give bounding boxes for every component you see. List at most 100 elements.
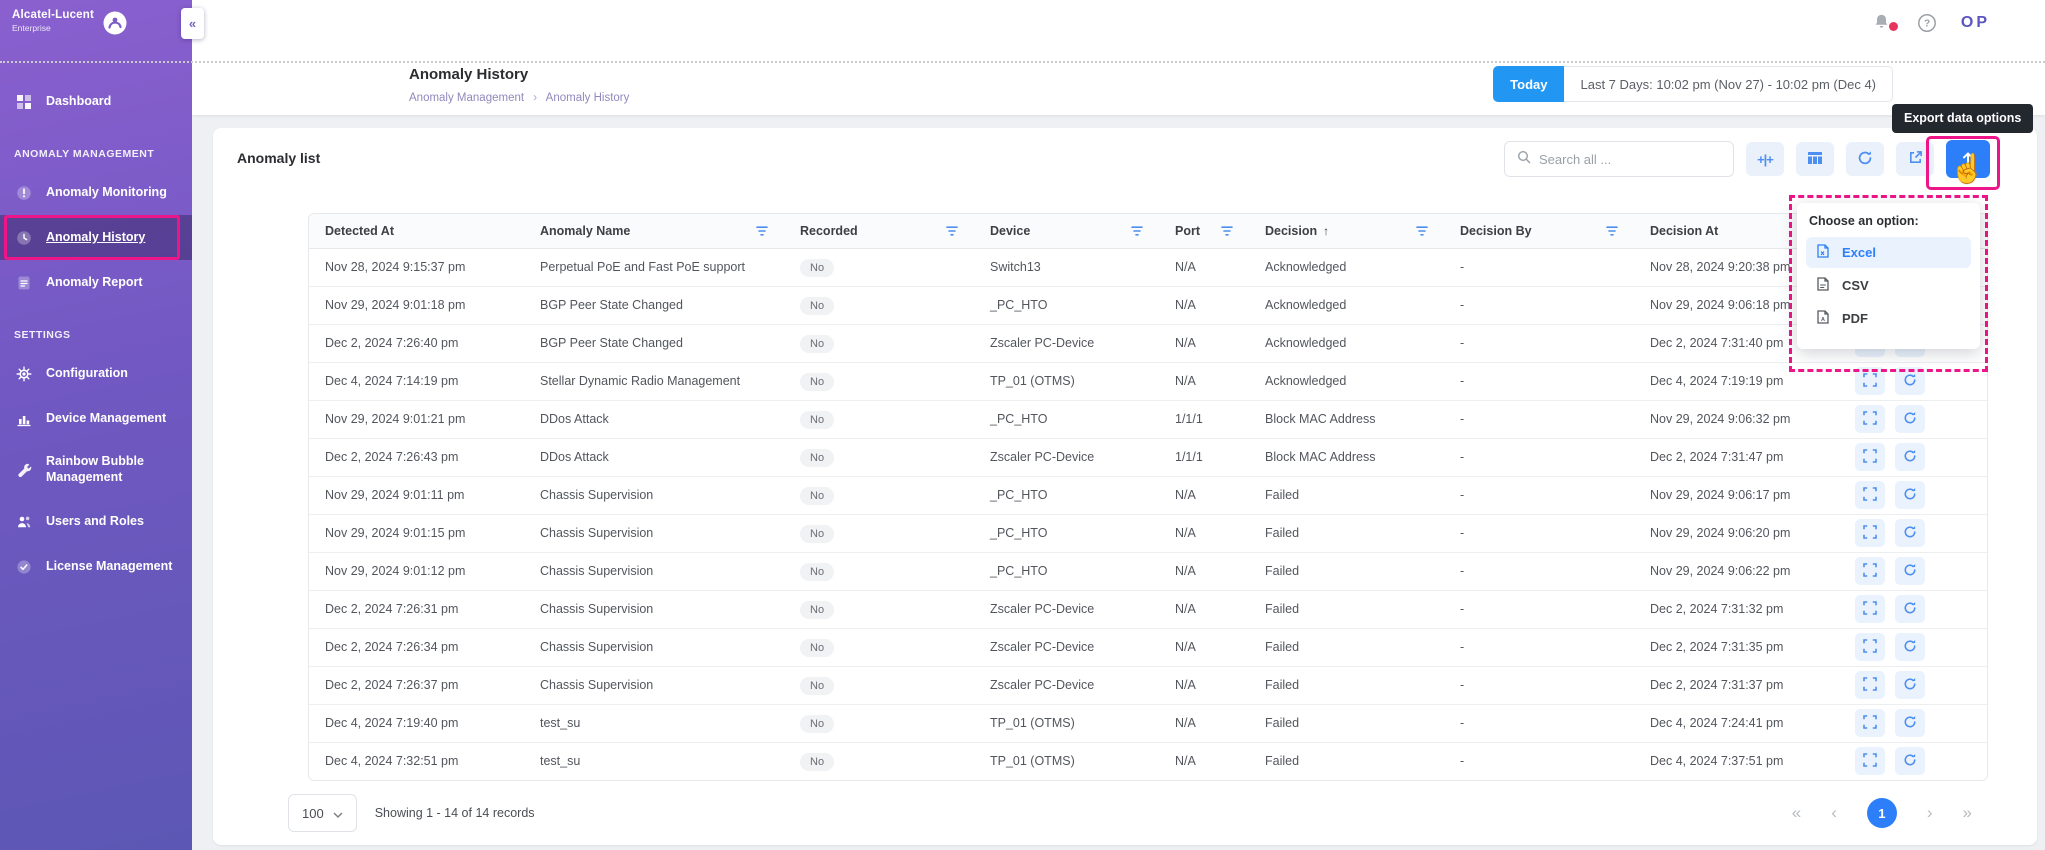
sidebar-item-anomaly-report[interactable]: Anomaly Report xyxy=(0,260,192,305)
sidebar-item-anomaly-history[interactable]: Anomaly History xyxy=(0,215,192,260)
retry-row-button[interactable] xyxy=(1895,367,1925,395)
export-option-pdf[interactable]: A PDF xyxy=(1806,303,1971,334)
fit-columns-button[interactable]: +|+ xyxy=(1746,142,1784,176)
breadcrumb-parent[interactable]: Anomaly Management xyxy=(409,92,524,104)
table-row[interactable]: Nov 29, 2024 9:01:18 pm BGP Peer State C… xyxy=(309,286,1987,325)
refresh-button[interactable] xyxy=(1846,142,1884,176)
cell-anomaly-name: DDos Attack xyxy=(524,438,784,477)
retry-row-button[interactable] xyxy=(1895,595,1925,623)
search-input[interactable] xyxy=(1539,151,1721,167)
cell-decision: Block MAC Address xyxy=(1249,400,1444,439)
retry-row-button[interactable] xyxy=(1895,671,1925,699)
export-option-csv[interactable]: CSV xyxy=(1806,270,1971,301)
sidebar-item-dashboard[interactable]: Dashboard xyxy=(0,79,192,124)
refresh-icon xyxy=(1903,601,1917,618)
first-page-button[interactable]: « xyxy=(1792,803,1801,823)
table-row[interactable]: Dec 2, 2024 7:26:34 pm Chassis Supervisi… xyxy=(309,628,1987,667)
retry-row-button[interactable] xyxy=(1895,481,1925,509)
sidebar-item-anomaly-monitoring[interactable]: Anomaly Monitoring xyxy=(0,170,192,215)
column-header-detected-at[interactable]: Detected At xyxy=(309,214,524,249)
table-row[interactable]: Dec 4, 2024 7:14:19 pm Stellar Dynamic R… xyxy=(309,362,1987,401)
last-page-button[interactable]: » xyxy=(1963,803,1972,823)
notifications-button[interactable] xyxy=(1873,13,1898,33)
cell-device: Zscaler PC-Device xyxy=(974,628,1159,667)
sidebar-item-configuration[interactable]: Configuration xyxy=(0,351,192,396)
previous-page-button[interactable]: ‹ xyxy=(1831,803,1837,823)
cell-device: TP_01 (OTMS) xyxy=(990,754,1075,769)
cell-port: N/A xyxy=(1159,476,1249,515)
retry-row-button[interactable] xyxy=(1895,633,1925,661)
export-option-excel[interactable]: Excel xyxy=(1806,237,1971,268)
cell-detected-at: Dec 2, 2024 7:26:37 pm xyxy=(309,666,524,705)
filter-icon[interactable] xyxy=(1221,226,1233,236)
breadcrumb-current: Anomaly History xyxy=(545,92,630,104)
table-row[interactable]: Nov 29, 2024 9:01:12 pm Chassis Supervis… xyxy=(309,552,1987,591)
column-header-anomaly-name[interactable]: Anomaly Name xyxy=(524,214,784,249)
expand-row-button[interactable] xyxy=(1855,595,1885,623)
export-button[interactable] xyxy=(1946,140,1990,178)
table-row[interactable]: Nov 29, 2024 9:01:11 pm Chassis Supervis… xyxy=(309,476,1987,515)
table-row[interactable]: Dec 2, 2024 7:26:37 pm Chassis Supervisi… xyxy=(309,666,1987,705)
gear-icon xyxy=(14,366,34,382)
profile-avatar[interactable]: OP xyxy=(1961,14,1990,32)
expand-row-button[interactable] xyxy=(1855,671,1885,699)
cell-decision-by: - xyxy=(1444,362,1634,401)
sidebar-item-license-management[interactable]: License Management xyxy=(0,544,192,589)
table-row[interactable]: Nov 29, 2024 9:01:21 pm DDos Attack No _… xyxy=(309,400,1987,439)
column-header-recorded[interactable]: Recorded xyxy=(784,214,974,249)
expand-row-button[interactable] xyxy=(1855,747,1885,776)
next-page-button[interactable]: › xyxy=(1927,803,1933,823)
page-size-value: 100 xyxy=(302,805,324,821)
table-row[interactable]: Nov 29, 2024 9:01:15 pm Chassis Supervis… xyxy=(309,514,1987,553)
current-page-button[interactable]: 1 xyxy=(1866,798,1897,828)
table-toolbar: +|+ xyxy=(1504,140,1990,178)
today-button[interactable]: Today xyxy=(1493,66,1565,102)
cell-detected-at: Dec 2, 2024 7:26:43 pm xyxy=(309,438,524,477)
cell-actions xyxy=(1839,552,1987,591)
retry-row-button[interactable] xyxy=(1895,519,1925,547)
sidebar-collapse-button[interactable]: « xyxy=(181,8,204,39)
table-row[interactable]: Dec 2, 2024 7:26:31 pm Chassis Supervisi… xyxy=(309,590,1987,629)
dashboard-icon xyxy=(14,94,34,110)
retry-row-button[interactable] xyxy=(1895,709,1925,737)
retry-row-button[interactable] xyxy=(1895,443,1925,471)
recorded-badge: No xyxy=(800,525,835,543)
column-header-port[interactable]: Port xyxy=(1159,214,1249,249)
table-row[interactable]: Nov 28, 2024 9:15:37 pm Perpetual PoE an… xyxy=(309,248,1987,287)
page-size-select[interactable]: 100 xyxy=(288,794,357,832)
expand-row-button[interactable] xyxy=(1855,405,1885,433)
filter-icon[interactable] xyxy=(1131,226,1143,236)
expand-row-button[interactable] xyxy=(1855,709,1885,737)
open-in-new-button[interactable] xyxy=(1896,142,1934,176)
column-header-decision[interactable]: Decision ↑ xyxy=(1249,214,1444,249)
help-button[interactable]: ? xyxy=(1917,13,1937,33)
retry-row-button[interactable] xyxy=(1895,405,1925,433)
filter-icon[interactable] xyxy=(946,226,958,236)
date-range-picker[interactable]: Last 7 Days: 10:02 pm (Nov 27) - 10:02 p… xyxy=(1564,66,1893,102)
sidebar-item-users-and-roles[interactable]: Users and Roles xyxy=(0,499,192,544)
table-row[interactable]: Dec 2, 2024 7:26:40 pm BGP Peer State Ch… xyxy=(309,324,1987,363)
filter-icon[interactable] xyxy=(756,226,768,236)
filter-icon[interactable] xyxy=(1606,226,1618,236)
column-header-device[interactable]: Device xyxy=(974,214,1159,249)
table-row[interactable]: Dec 4, 2024 7:19:40 pm test_su No TP_01 … xyxy=(309,704,1987,743)
expand-row-button[interactable] xyxy=(1855,633,1885,661)
expand-row-button[interactable] xyxy=(1855,519,1885,547)
column-header-decision-by[interactable]: Decision By xyxy=(1444,214,1634,249)
expand-row-button[interactable] xyxy=(1855,481,1885,509)
recorded-badge: No xyxy=(800,297,835,315)
cell-decision: Failed xyxy=(1249,704,1444,743)
expand-row-button[interactable] xyxy=(1855,367,1885,395)
sidebar-item-device-management[interactable]: Device Management xyxy=(0,396,192,441)
expand-row-button[interactable] xyxy=(1855,443,1885,471)
sidebar-item-rainbow-bubble-management[interactable]: Rainbow Bubble Management xyxy=(0,441,192,499)
table-row[interactable]: Dec 2, 2024 7:26:43 pm DDos Attack No Zs… xyxy=(309,438,1987,477)
sort-ascending-icon[interactable]: ↑ xyxy=(1323,224,1329,238)
table-row[interactable]: Dec 4, 2024 7:32:51 pm test_su No TP_01 … xyxy=(309,742,1987,780)
cell-actions xyxy=(1839,628,1987,667)
expand-row-button[interactable] xyxy=(1855,557,1885,585)
column-settings-button[interactable] xyxy=(1796,142,1834,176)
filter-icon[interactable] xyxy=(1416,226,1428,236)
retry-row-button[interactable] xyxy=(1895,747,1925,776)
retry-row-button[interactable] xyxy=(1895,557,1925,585)
